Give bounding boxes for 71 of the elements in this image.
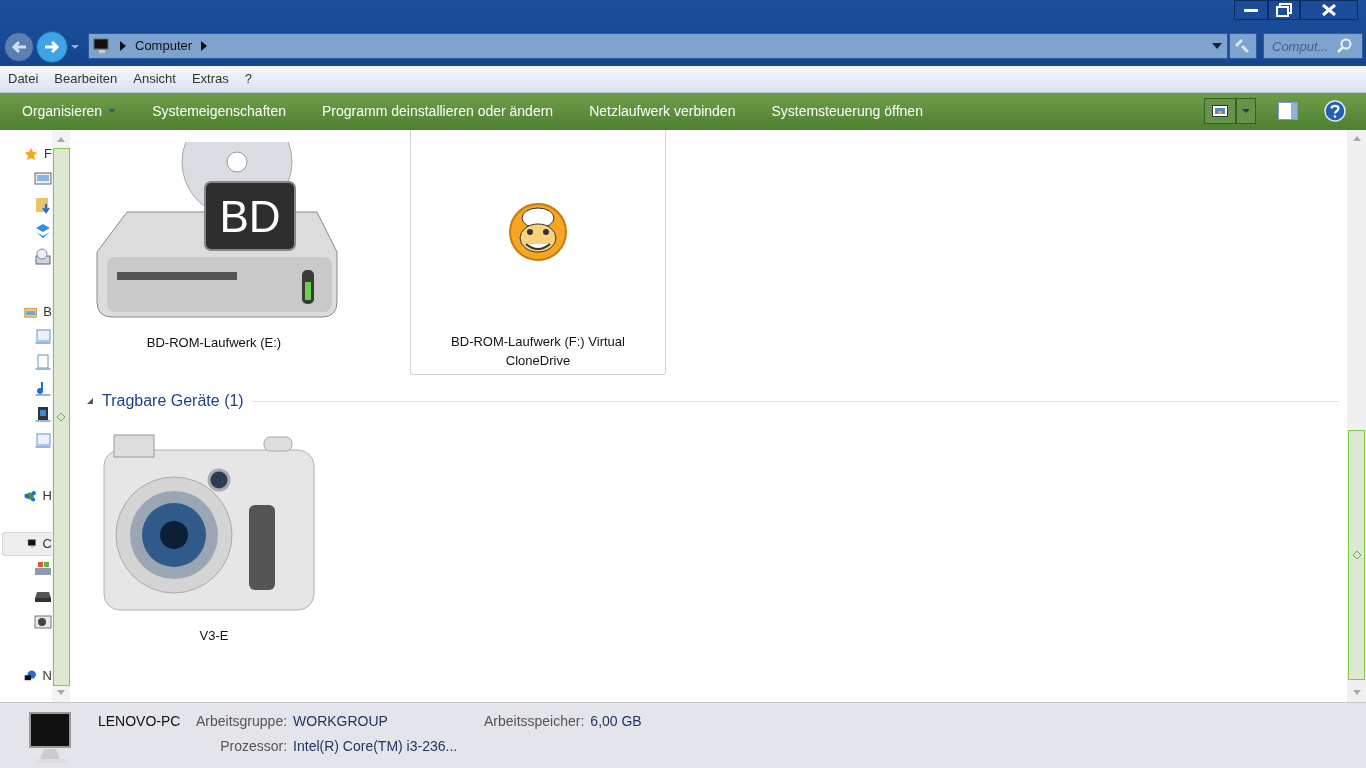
computer-name: LENOVO-PC [98,712,182,731]
item-label: V3-E [198,627,230,645]
close-icon [1322,4,1336,16]
nav-label: N [42,667,52,686]
restore-button[interactable] [1268,0,1300,20]
menu-item[interactable]: Ansicht [133,69,176,89]
toolbar-button[interactable]: Systemsteuerung öffnen [771,101,923,122]
nav-label: C [42,535,52,554]
box-icon [34,222,52,240]
minimize-button[interactable] [1234,0,1268,20]
drive-tile[interactable]: BD BD-ROM-Laufwerk (E:) [86,130,342,375]
back-button[interactable] [4,32,34,62]
field-label: Arbeitsgruppe: [196,712,288,731]
expand-caret-icon[interactable] [86,397,94,405]
item-label: BD-ROM-Laufwerk (F:) Virtual CloneDrive [450,333,626,370]
nav-item[interactable]: F [0,142,52,166]
menu-item[interactable]: Datei [8,69,39,89]
menu-item[interactable]: Extras [191,69,229,89]
nav-label: F [44,145,52,164]
picture-icon [1212,105,1228,117]
address-bar[interactable]: Computer [88,33,1228,59]
scrollbar-thumb[interactable] [1348,430,1365,680]
forward-button[interactable] [36,31,68,63]
nav-item[interactable]: N [0,664,52,688]
menu-item[interactable]: Bearbeiten [54,69,118,89]
music-note-icon [34,380,52,398]
monitor-icon [93,38,111,54]
drive-tile[interactable]: V3-E [86,423,342,650]
field-label: Arbeitsspeicher: [483,712,585,731]
nav-label: B [43,303,52,322]
field-label: Prozessor: [219,737,288,756]
field-value: 6,00 GB [590,712,642,731]
toolbar-button[interactable]: Netzlaufwerk verbinden [589,101,736,122]
right-arrow-icon [44,40,60,54]
windows-drive-icon [34,560,52,578]
minimize-icon [1244,8,1258,12]
search-input[interactable]: Comput... [1272,34,1336,58]
close-button[interactable] [1300,0,1358,20]
scrollbar-thumb[interactable] [52,148,70,686]
search-field[interactable]: Comput... [1263,33,1363,59]
preview-pane-icon[interactable] [1278,102,1298,120]
caret-icon[interactable] [70,44,80,50]
grip-icon [57,413,65,421]
field-value: Intel(R) Core(TM) i3-236... [293,737,459,756]
dropdown-caret-icon[interactable] [1211,42,1223,50]
toolbar-button[interactable]: Systemeigenschaften [152,101,286,122]
left-arrow-icon [11,40,27,54]
chevron-icon[interactable] [200,41,209,51]
field-value: WORKGROUP [293,712,388,731]
download-folder-icon [34,196,52,214]
sheep-face-icon [508,200,568,262]
nav-item[interactable]: B [0,300,52,324]
chevron-icon[interactable] [119,41,127,51]
breadcrumb-item[interactable]: Computer [135,36,193,56]
caret-icon [1242,108,1250,114]
group-heading[interactable]: Tragbare Geräte (1) [102,389,244,413]
restore-icon [1276,3,1292,17]
drive-tile[interactable]: BD-ROM-Laufwerk (F:) Virtual CloneDrive [410,130,666,375]
nav-label: H [42,487,52,506]
item-label: BD-ROM-Laufwerk (E:) [145,334,283,352]
toolbar-button[interactable]: Programm deinstallieren oder ändern [322,101,554,122]
search-icon [1336,38,1352,54]
view-button[interactable] [1204,98,1236,124]
nav-item[interactable]: C [2,532,52,556]
nav-item[interactable]: H [0,484,52,508]
refresh-button[interactable] [1229,33,1257,59]
toolbar-button[interactable]: Organisieren [22,101,117,122]
film-icon [34,406,52,424]
menu-item[interactable]: ? [244,69,252,89]
grip-icon [1352,551,1361,559]
help-icon[interactable] [1324,100,1346,122]
